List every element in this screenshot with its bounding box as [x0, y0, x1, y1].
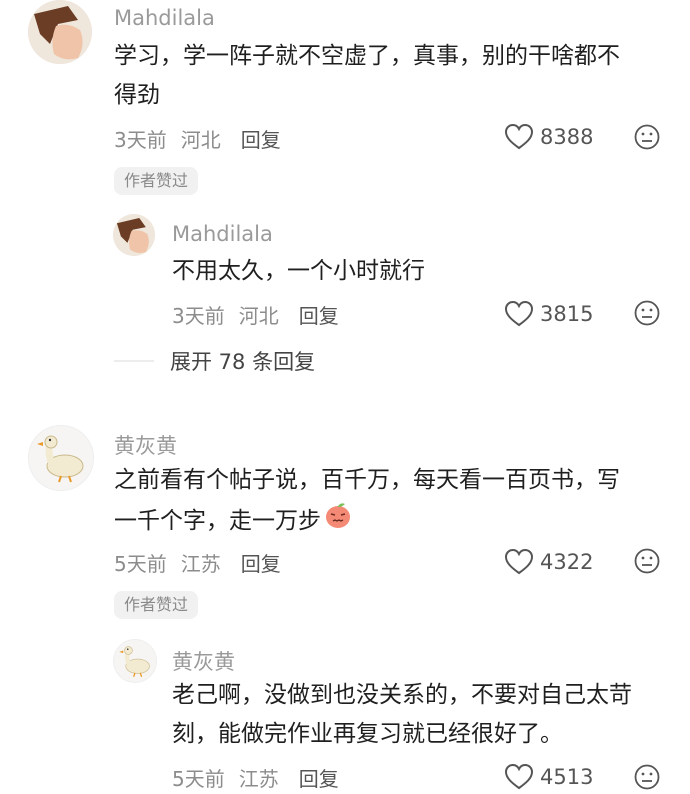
avatar[interactable]: [28, 425, 94, 491]
author-liked-badge: 作者赞过: [114, 591, 199, 619]
comment-meta: 5天前 江苏 回复: [114, 548, 281, 577]
reply-text: 老己啊，没做到也没关系的，不要对自己太苛 刻，能做完作业再复习就已经很好了。: [172, 676, 672, 754]
reply-button[interactable]: 回复: [299, 300, 339, 329]
like-count: 4322: [540, 550, 594, 574]
comment-location: 江苏: [180, 552, 221, 576]
divider: [114, 360, 154, 362]
dislike-button[interactable]: [634, 548, 660, 574]
expand-replies-button[interactable]: 展开 78 条回复: [114, 346, 315, 376]
like-button[interactable]: 4513: [504, 763, 593, 791]
comment-text: 之前看有个帖子说，百千万，每天看一百页书，写 一千个字，走一万步: [114, 461, 674, 543]
meh-face-icon: [634, 300, 660, 326]
meh-face-icon: [634, 764, 660, 790]
avatar[interactable]: [28, 0, 92, 64]
comment-text: 学习，学一阵子就不空虚了，真事，别的干啥都不 得劲: [114, 37, 674, 115]
reply-text-line: 刻，能做完作业再复习就已经很好了。: [172, 721, 563, 747]
reply-username[interactable]: Mahdilala: [172, 222, 273, 246]
reply-time: 5天前: [172, 767, 225, 791]
reply-username[interactable]: 黄灰黄: [172, 646, 235, 676]
comment-username[interactable]: 黄灰黄: [114, 430, 177, 460]
reply-location: 河北: [238, 304, 279, 328]
comment-text-line: 学习，学一阵子就不空虚了，真事，别的干啥都不: [114, 43, 620, 69]
comment-text-fragment: 一千个字，走一万步: [114, 508, 321, 534]
reply-button[interactable]: 回复: [241, 124, 281, 153]
like-button[interactable]: 8388: [504, 123, 593, 151]
comment-text-line: 一千个字，走一万步: [114, 500, 674, 543]
meh-face-icon: [634, 548, 660, 574]
author-liked-badge: 作者赞过: [114, 167, 199, 195]
reply-time: 3天前: [172, 304, 225, 328]
like-button[interactable]: 3815: [504, 300, 593, 328]
heart-outline-icon: [504, 123, 534, 150]
heart-outline-icon: [504, 763, 534, 790]
expand-replies-label: 展开 78 条回复: [170, 350, 316, 374]
like-button[interactable]: 4322: [504, 548, 593, 576]
comment-text-line: 之前看有个帖子说，百千万，每天看一百页书，写: [114, 467, 620, 493]
comment-meta: 3天前 河北 回复: [114, 124, 281, 153]
avatar[interactable]: [113, 639, 157, 683]
comment-text-line: 得劲: [114, 82, 160, 108]
comment-time: 3天前: [114, 128, 167, 152]
like-count: 8388: [540, 125, 594, 149]
reply-meta: 5天前 江苏 回复: [172, 763, 339, 792]
dislike-button[interactable]: [634, 124, 660, 150]
reply-button[interactable]: 回复: [241, 548, 281, 577]
like-count: 3815: [540, 302, 594, 326]
reply-text-line: 老己啊，没做到也没关系的，不要对自己太苛: [172, 682, 632, 708]
reply-location: 江苏: [238, 767, 279, 791]
heart-outline-icon: [504, 300, 534, 327]
comment-location: 河北: [180, 128, 221, 152]
heart-outline-icon: [504, 548, 534, 575]
avatar[interactable]: [113, 214, 155, 256]
dislike-button[interactable]: [634, 300, 660, 326]
dislike-button[interactable]: [634, 764, 660, 790]
reply-button[interactable]: 回复: [299, 763, 339, 792]
meh-face-icon: [634, 124, 660, 150]
comment-username[interactable]: Mahdilala: [114, 6, 215, 30]
angry-peach-emoji: [323, 500, 353, 543]
reply-text: 不用太久，一个小时就行: [172, 258, 425, 284]
like-count: 4513: [540, 765, 594, 789]
comment-time: 5天前: [114, 552, 167, 576]
reply-meta: 3天前 河北 回复: [172, 300, 339, 329]
